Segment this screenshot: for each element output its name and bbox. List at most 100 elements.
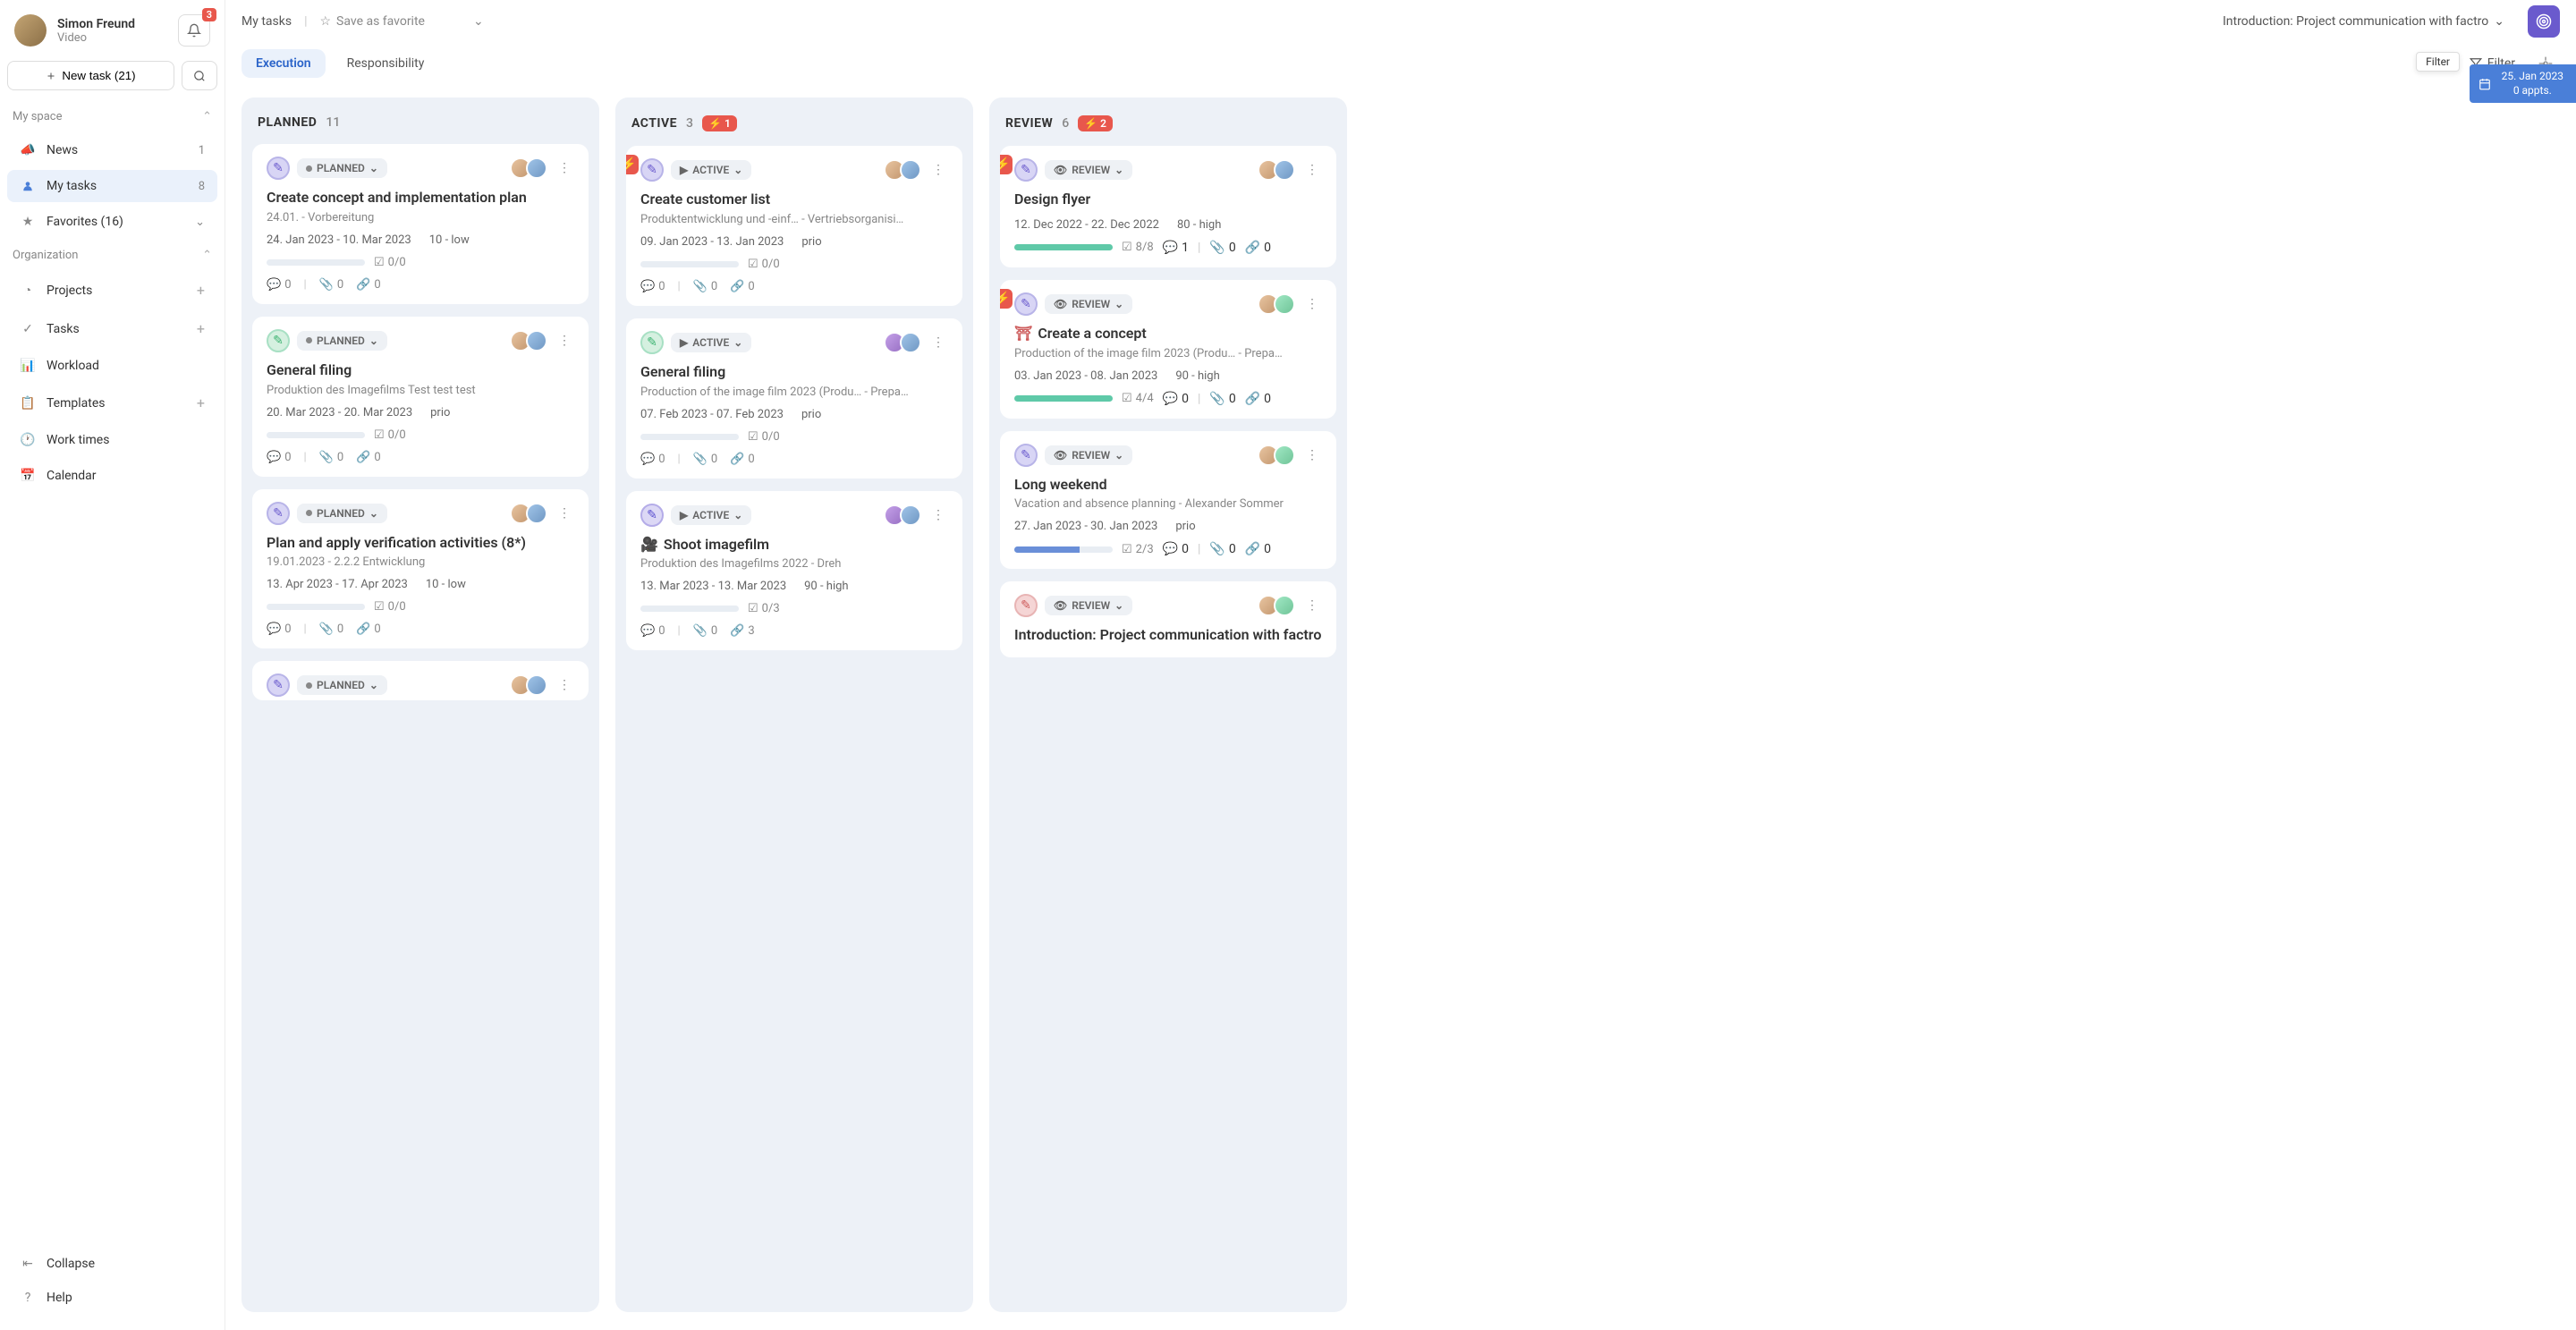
attachments-count[interactable]: 📎 0 (319, 451, 344, 464)
tab-execution[interactable]: Execution (242, 49, 326, 78)
card-menu-button[interactable]: ⋮ (928, 508, 948, 522)
task-card[interactable]: ⚡ ✎ ▶ ACTIVE ⌄ ⋮ Create customer list Pr… (626, 146, 962, 306)
attachments-count[interactable]: 📎 0 (693, 453, 718, 466)
nav-tasks[interactable]: ✓ Tasks + (7, 311, 217, 346)
status-pill[interactable]: ▶ ACTIVE ⌄ (671, 333, 751, 352)
card-menu-button[interactable]: ⋮ (555, 678, 574, 692)
card-menu-button[interactable]: ⋮ (555, 506, 574, 521)
assignees[interactable] (1263, 445, 1295, 466)
nav-work-times[interactable]: 🕐 Work times (7, 424, 217, 456)
links-count[interactable]: 🔗 0 (730, 453, 755, 466)
assignees[interactable] (515, 157, 547, 179)
status-pill[interactable]: 👁 REVIEW ⌄ (1045, 294, 1132, 314)
save-favorite-button[interactable]: ☆ Save as favorite (319, 14, 425, 29)
notifications-button[interactable]: 3 (178, 14, 210, 47)
links-count[interactable]: 🔗 0 (356, 451, 381, 464)
assignees[interactable] (889, 159, 921, 181)
chevron-down-icon[interactable]: ⌄ (473, 14, 484, 29)
attachments-count[interactable]: 📎 0 (1209, 542, 1235, 556)
nav-help[interactable]: ? Help (7, 1282, 217, 1314)
task-card[interactable]: ✎ ▶ ACTIVE ⌄ ⋮ General filing Production… (626, 318, 962, 479)
card-menu-button[interactable]: ⋮ (928, 335, 948, 350)
add-icon[interactable]: + (197, 394, 205, 411)
task-card[interactable]: ✎ PLANNED ⌄ ⋮ General filing Produktion … (252, 317, 589, 477)
status-pill[interactable]: ▶ ACTIVE ⌄ (671, 505, 751, 525)
nav-news[interactable]: 📣 News 1 (7, 134, 217, 166)
board-selector[interactable]: Introduction: Project communication with… (2223, 14, 2504, 29)
nav-favorites[interactable]: ★ Favorites (16) ⌄ (7, 206, 217, 238)
task-card[interactable]: ✎ 👁 REVIEW ⌄ ⋮ Introduction: Project com… (1000, 581, 1336, 657)
status-pill[interactable]: PLANNED ⌄ (297, 504, 387, 523)
assignees[interactable] (515, 330, 547, 352)
task-card[interactable]: ✎ PLANNED ⌄ ⋮ Create concept and impleme… (252, 144, 589, 304)
comments-count[interactable]: 💬 1 (1163, 241, 1189, 255)
status-pill[interactable]: 👁 REVIEW ⌄ (1045, 445, 1132, 465)
card-menu-button[interactable]: ⋮ (1302, 598, 1322, 613)
status-pill[interactable]: 👁 REVIEW ⌄ (1045, 596, 1132, 615)
nav-calendar[interactable]: 📅 Calendar (7, 460, 217, 492)
focus-button[interactable] (2528, 5, 2560, 38)
task-card[interactable]: ✎ PLANNED ⌄ ⋮ Plan and apply verificatio… (252, 489, 589, 649)
assignees[interactable] (1263, 159, 1295, 181)
attachments-count[interactable]: 📎 0 (1209, 392, 1235, 406)
status-pill[interactable]: PLANNED ⌄ (297, 675, 387, 695)
links-count[interactable]: 🔗 0 (1245, 542, 1271, 556)
card-menu-button[interactable]: ⋮ (1302, 163, 1322, 177)
card-menu-button[interactable]: ⋮ (928, 163, 948, 177)
comments-count[interactable]: 💬 0 (640, 624, 665, 638)
tab-responsibility[interactable]: Responsibility (333, 49, 439, 78)
assignees[interactable] (1263, 293, 1295, 315)
new-task-button[interactable]: New task (21) (7, 61, 174, 90)
comments-count[interactable]: 💬 0 (640, 453, 665, 466)
attachments-count[interactable]: 📎 0 (319, 623, 344, 636)
section-my-space[interactable]: My space ⌃ (0, 101, 225, 132)
task-card[interactable]: ⚡ ✎ 👁 REVIEW ⌄ ⋮ ⛩Create a concept Produ… (1000, 280, 1336, 419)
nav-my-tasks[interactable]: My tasks 8 (7, 170, 217, 202)
assignees[interactable] (889, 332, 921, 353)
nav-projects[interactable]: ◔ Projects + (7, 273, 217, 308)
task-card[interactable]: ✎ 👁 REVIEW ⌄ ⋮ Long weekend Vacation and… (1000, 431, 1336, 570)
card-menu-button[interactable]: ⋮ (555, 161, 574, 175)
assignees[interactable] (515, 674, 547, 696)
status-pill[interactable]: 👁 REVIEW ⌄ (1045, 160, 1132, 180)
links-count[interactable]: 🔗 3 (730, 624, 755, 638)
task-card[interactable]: ✎ ▶ ACTIVE ⌄ ⋮ 🎥Shoot imagefilm Produkti… (626, 491, 962, 651)
assignees[interactable] (889, 504, 921, 526)
status-pill[interactable]: ▶ ACTIVE ⌄ (671, 160, 751, 180)
nav-collapse[interactable]: ⇤ Collapse (7, 1248, 217, 1280)
assignees[interactable] (1263, 595, 1295, 616)
card-menu-button[interactable]: ⋮ (1302, 297, 1322, 311)
comments-count[interactable]: 💬 0 (267, 623, 292, 636)
comments-count[interactable]: 💬 0 (1163, 392, 1189, 406)
links-count[interactable]: 🔗 0 (1245, 392, 1271, 406)
attachments-count[interactable]: 📎 0 (1209, 241, 1235, 255)
breadcrumb[interactable]: My tasks (242, 14, 292, 29)
user-avatar[interactable] (14, 14, 47, 47)
status-pill[interactable]: PLANNED ⌄ (297, 158, 387, 178)
comments-count[interactable]: 💬 0 (640, 280, 665, 293)
add-icon[interactable]: + (197, 320, 205, 337)
links-count[interactable]: 🔗 0 (356, 623, 381, 636)
nav-workload[interactable]: 📊 Workload (7, 350, 217, 382)
card-menu-button[interactable]: ⋮ (1302, 448, 1322, 462)
comments-count[interactable]: 💬 0 (267, 451, 292, 464)
column-title: ACTIVE (631, 116, 677, 131)
add-icon[interactable]: + (197, 282, 205, 299)
attachments-count[interactable]: 📎 0 (693, 280, 718, 293)
task-card[interactable]: ✎ PLANNED ⌄ ⋮ (252, 661, 589, 700)
task-card[interactable]: ⚡ ✎ 👁 REVIEW ⌄ ⋮ Design flyer 12. Dec 20… (1000, 146, 1336, 267)
date-panel[interactable]: 25. Jan 2023 0 appts. (2470, 64, 2576, 103)
search-button[interactable] (182, 61, 217, 90)
links-count[interactable]: 🔗 0 (1245, 241, 1271, 255)
attachments-count[interactable]: 📎 0 (319, 278, 344, 292)
comments-count[interactable]: 💬 0 (267, 278, 292, 292)
comments-count[interactable]: 💬 0 (1163, 542, 1189, 556)
status-pill[interactable]: PLANNED ⌄ (297, 331, 387, 351)
nav-templates[interactable]: 📋 Templates + (7, 385, 217, 420)
card-menu-button[interactable]: ⋮ (555, 334, 574, 348)
links-count[interactable]: 🔗 0 (356, 278, 381, 292)
assignees[interactable] (515, 503, 547, 524)
section-organization[interactable]: Organization ⌃ (0, 240, 225, 271)
links-count[interactable]: 🔗 0 (730, 280, 755, 293)
attachments-count[interactable]: 📎 0 (693, 624, 718, 638)
